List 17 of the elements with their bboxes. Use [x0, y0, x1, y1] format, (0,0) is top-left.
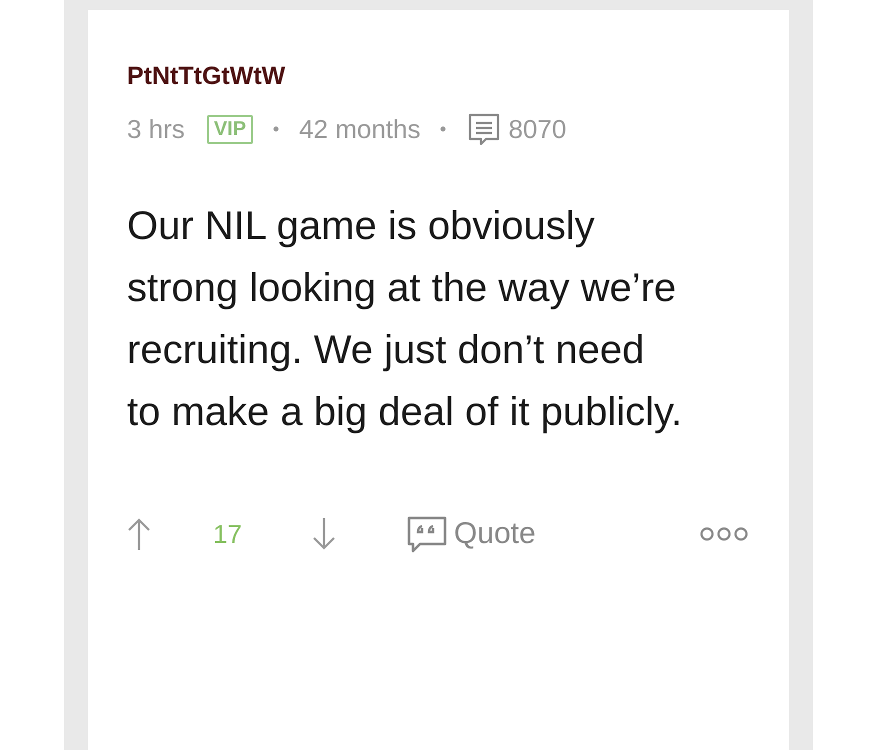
separator-dot-icon [273, 126, 280, 132]
post-count: 8070 [508, 114, 566, 144]
quote-button[interactable]: Quote [406, 515, 536, 553]
quote-bubble-icon [406, 515, 448, 553]
more-button[interactable] [699, 526, 749, 542]
post-body: Our NIL game is obviously strong looking at the way we’re recruiting. We just don’t need to make a big deal of it publicly. [127, 203, 684, 436]
post-time: 3 hrs [127, 114, 185, 144]
more-icon [699, 526, 749, 542]
author-name[interactable]: PtNtTtGtWtW [127, 62, 286, 91]
vote-count: 17 [213, 518, 242, 550]
downvote-button[interactable] [312, 517, 336, 551]
separator-dot-icon [440, 126, 446, 132]
down-arrow-icon [312, 517, 336, 551]
up-arrow-icon [127, 517, 151, 551]
vip-badge: VIP [206, 114, 254, 144]
upvote-button[interactable] [127, 517, 151, 551]
member-tenure: 42 months [299, 114, 420, 144]
